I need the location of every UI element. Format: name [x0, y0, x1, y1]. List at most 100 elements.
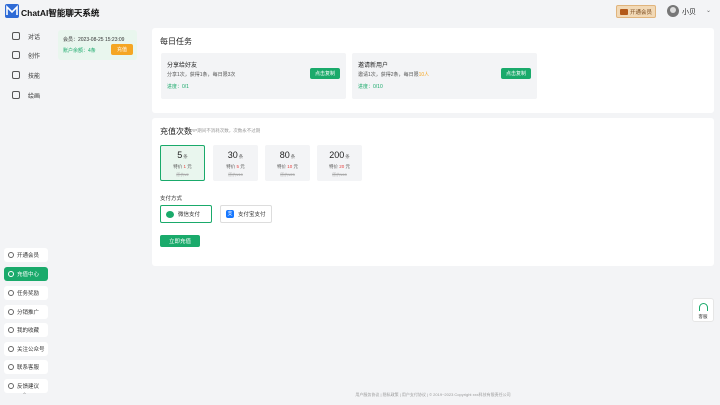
package-count: 30条 — [214, 150, 257, 160]
pay-wechat-option[interactable]: 微信支付 — [160, 205, 212, 223]
recharge-button[interactable]: 充值 — [111, 44, 133, 55]
sidebar-item-vip[interactable]: 开通会员 — [4, 248, 48, 262]
package-option[interactable]: 200条 特价 20 元 原价¥40 — [317, 145, 362, 181]
service-icon — [8, 364, 14, 370]
task-desc: 邀请1次，获得2条，每日限10人 — [358, 71, 429, 78]
skill-icon — [12, 71, 20, 79]
task-share: 分享给好友 分享1次，获得1条，每日限3次 进度：0/1 点击复制 — [161, 53, 346, 99]
chat-icon — [12, 32, 20, 40]
pay-alipay-option[interactable]: 支 支付宝支付 — [220, 205, 272, 223]
recharge-card: 充值次数 VIP期间不消耗次数，次数永不过期 5条 特价 1 元 原价¥2 30… — [152, 118, 714, 266]
avatar[interactable] — [667, 5, 679, 17]
sidebar-item-label: 分销推广 — [17, 310, 40, 316]
footer: 用户服务协议 | 隐私政策 | 用户支付协议 | © 2019~2023 Cop… — [355, 392, 511, 397]
package-option[interactable]: 5条 特价 1 元 原价¥2 — [160, 145, 205, 181]
sidebar-item-label: 充值中心 — [17, 272, 40, 278]
account-panel: 会员：2023-08-25 15:23:09 账户余额：4条 充值 — [58, 30, 137, 60]
package-count-value: 5 — [177, 150, 183, 160]
task-invite: 邀请新用户 邀请1次，获得2条，每日限10人 进度：0/10 点击复制 — [352, 53, 537, 99]
recharge-title: 充值次数 — [160, 127, 192, 136]
sidebar-item-favorites[interactable]: 我的收藏 — [4, 323, 48, 337]
package-price: 特价 5 元 — [214, 164, 257, 170]
package-original-price: 原价¥25 — [280, 172, 295, 177]
package-original-price: 原价¥10 — [228, 172, 243, 177]
package-option[interactable]: 30条 特价 5 元 原价¥10 — [213, 145, 258, 181]
price-prefix: 特价 — [226, 164, 237, 169]
alipay-icon: 支 — [226, 210, 234, 218]
follow-icon — [8, 346, 14, 352]
vip-button-label: 开通会员 — [629, 9, 652, 16]
sidebar-item-label: 技能 — [28, 73, 41, 80]
task-desc-highlight: 10人 — [418, 72, 430, 78]
sidebar-item-label: 反馈建议 — [17, 384, 40, 390]
sidebar-item-feedback[interactable]: 反馈建议 — [4, 379, 48, 393]
app-title: ChatAI智能聊天系统 — [21, 8, 100, 18]
sidebar-item-create[interactable]: 创作 — [12, 49, 40, 61]
share-icon — [8, 309, 14, 315]
package-unit: 条 — [238, 154, 244, 159]
task-progress: 进度：0/1 — [167, 84, 189, 90]
sidebar-item-label: 我的收藏 — [17, 328, 40, 334]
chevron-down-icon[interactable]: ⌄ — [706, 7, 711, 14]
sidebar-item-label: 开通会员 — [17, 253, 40, 259]
sidebar-item-tasks[interactable]: 任务奖励 — [4, 286, 48, 300]
task-desc: 分享1次，获得1条，每日限3次 — [167, 72, 236, 78]
copy-button[interactable]: 点击复制 — [310, 68, 340, 79]
package-original-price: 原价¥40 — [332, 172, 347, 177]
customer-service-button[interactable]: 客服 — [692, 298, 714, 322]
crown-icon — [619, 8, 628, 15]
sidebar-item-contact[interactable]: 联系客服 — [4, 360, 48, 374]
price-prefix: 特价 — [276, 164, 288, 169]
vip-button[interactable]: 开通会员 — [616, 5, 656, 18]
sidebar-item-skills[interactable]: 技能 — [12, 69, 40, 81]
feedback-icon — [8, 383, 14, 389]
package-original-price: 原价¥2 — [176, 172, 189, 177]
sidebar: 对话 创作 技能 绘画 开通会员 充值中心 任务奖励 分销推广 我的收藏 关注公… — [0, 24, 52, 405]
task-desc-text: 邀请1次，获得2条，每日限 — [358, 72, 419, 78]
sidebar-item-label: 绘画 — [28, 93, 41, 100]
sidebar-item-label: 联系客服 — [17, 365, 40, 371]
palette-icon — [12, 91, 20, 99]
task-icon — [8, 290, 14, 296]
sidebar-item-distribution[interactable]: 分销推广 — [4, 305, 48, 319]
package-count: 80条 — [266, 150, 309, 160]
package-count-value: 30 — [227, 150, 238, 160]
sidebar-item-label: 关注公众号 — [17, 347, 45, 353]
username[interactable]: 小贝 — [682, 7, 696, 17]
package-price: 特价 1 元 — [161, 164, 204, 170]
headset-icon — [699, 303, 708, 311]
copy-button[interactable]: 点击复制 — [501, 68, 531, 79]
package-price: 特价 10 元 — [266, 164, 309, 170]
sidebar-item-label: 对话 — [28, 34, 41, 41]
pay-method-name: 微信支付 — [178, 212, 201, 218]
package-count-value: 80 — [279, 150, 290, 160]
pay-method-label: 支付方式 — [160, 196, 183, 202]
balance-value: 4条 — [88, 48, 96, 54]
recharge-subtitle: VIP期间不消耗次数，次数永不过期 — [190, 128, 261, 133]
daily-tasks-card: 每日任务 分享给好友 分享1次，获得1条，每日限3次 进度：0/1 点击复制 邀… — [152, 28, 714, 113]
sidebar-item-follow[interactable]: 关注公众号 — [4, 342, 48, 356]
sidebar-item-draw[interactable]: 绘画 — [12, 89, 40, 101]
sidebar-item-chat[interactable]: 对话 — [12, 30, 40, 42]
price-unit: 元 — [239, 164, 245, 169]
balance-label: 账户余额： — [63, 48, 89, 54]
task-title: 分享给好友 — [167, 63, 198, 69]
price-unit: 元 — [292, 164, 299, 169]
price-prefix: 特价 — [173, 164, 184, 169]
balance: 账户余额：4条 — [63, 47, 96, 54]
sidebar-item-recharge[interactable]: 充值中心 — [4, 267, 48, 281]
chevron-up-icon[interactable]: ⌃ — [22, 392, 27, 399]
package-unit: 条 — [345, 154, 350, 159]
task-title: 邀请新用户 — [358, 63, 389, 69]
package-unit: 条 — [183, 154, 188, 159]
pay-method-name: 支付宝支付 — [238, 212, 266, 218]
price-prefix: 特价 — [328, 164, 340, 169]
package-option[interactable]: 80条 特价 10 元 原价¥25 — [265, 145, 310, 181]
diamond-icon — [8, 252, 14, 258]
package-price: 特价 20 元 — [318, 164, 361, 170]
pay-now-button[interactable]: 立即充值 — [160, 235, 200, 247]
wechat-icon — [166, 210, 174, 218]
package-count: 5条 — [161, 150, 204, 160]
price-unit: 元 — [344, 164, 351, 169]
pen-icon — [12, 51, 20, 59]
